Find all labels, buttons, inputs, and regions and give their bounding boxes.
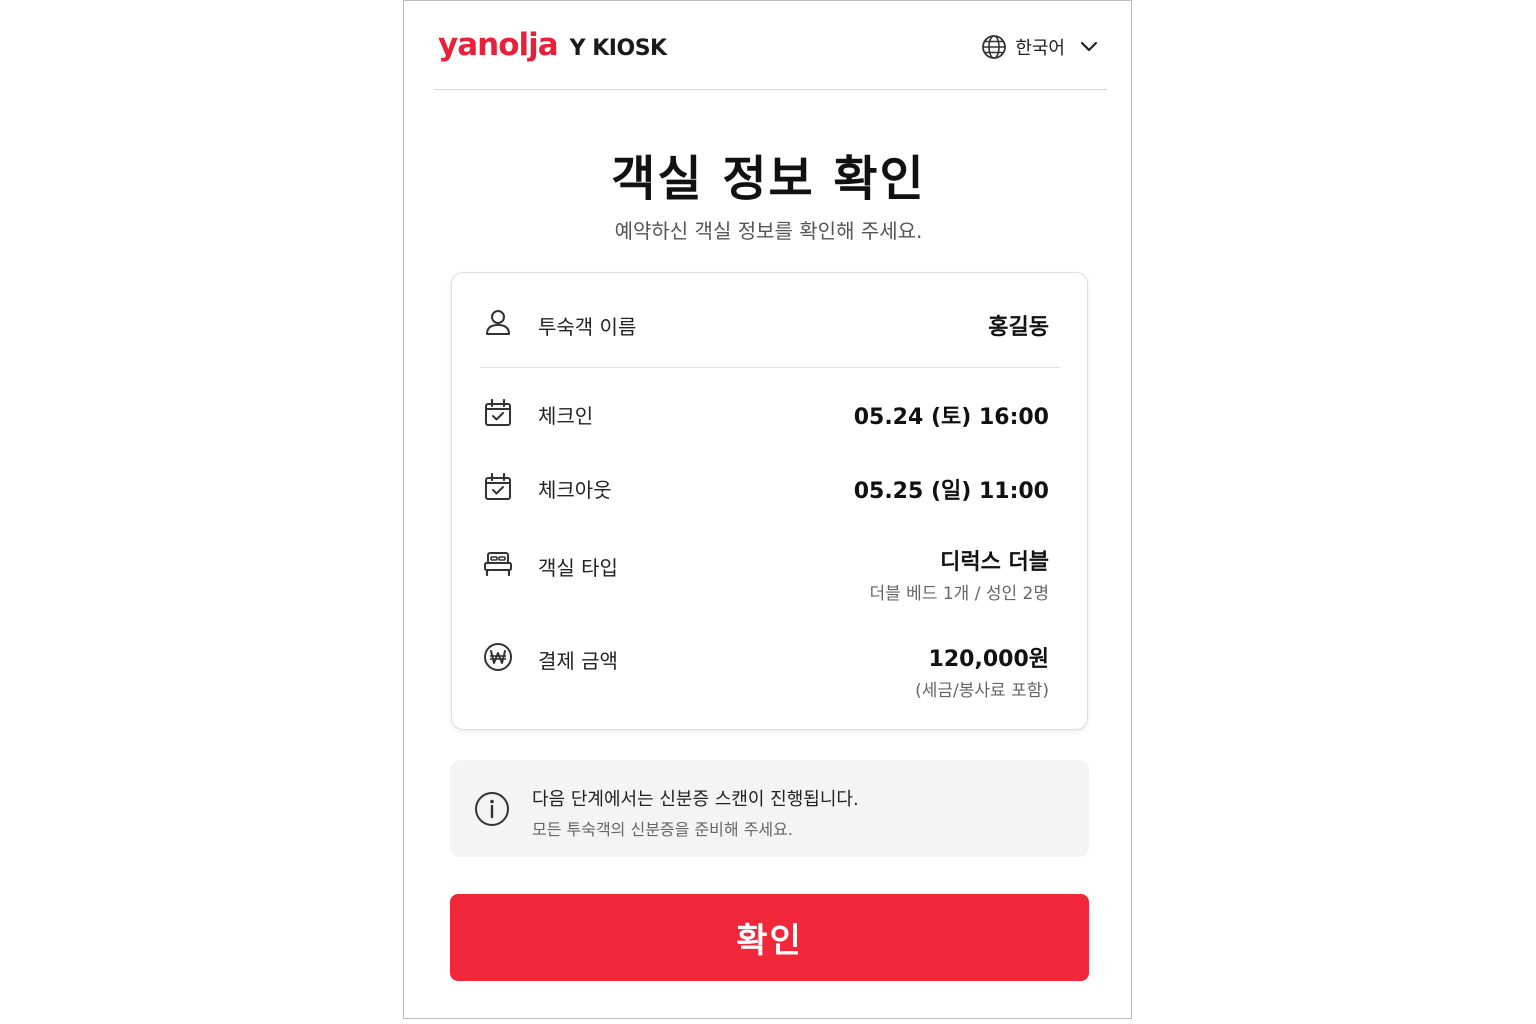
check-in-label: 체크인	[538, 404, 594, 428]
check-in-row: 체크인 05.24 (토) 16:00	[452, 368, 1089, 442]
calendar-check-icon	[485, 398, 511, 426]
won-icon	[484, 643, 512, 671]
confirm-button[interactable]: 확인	[450, 894, 1089, 981]
header: yanolja Y KIOSK 한국어	[434, 1, 1107, 90]
check-in-value: 05.24 (토) 16:00	[853, 405, 1049, 430]
kiosk-screen: yanolja Y KIOSK 한국어 객실 정보 확인 예약하신 객실 정보를…	[403, 0, 1132, 1019]
room-type-detail: 더블 베드 1개 / 성인 2명	[869, 584, 1050, 604]
brand-logo: yanolja	[438, 27, 559, 63]
notice-box: 다음 단계에서는 신분증 스캔이 진행됩니다. 모든 투숙객의 신분증을 준비해…	[450, 760, 1089, 857]
guest-name-value: 홍길동	[988, 315, 1049, 340]
language-selector[interactable]: 한국어	[981, 33, 1099, 61]
payment-label: 결제 금액	[538, 649, 618, 673]
notice-title: 다음 단계에서는 신분증 스캔이 진행됩니다.	[532, 789, 859, 810]
room-type-label: 객실 타입	[538, 556, 618, 580]
payment-row: 결제 금액 120,000원 (세금/봉사료 포함)	[452, 612, 1089, 722]
room-info-card: 투숙객 이름 홍길동 체크인 05.24 (토) 16:00 체크아웃 05.2…	[451, 272, 1088, 730]
user-icon	[486, 310, 510, 335]
calendar-check-icon	[485, 472, 511, 500]
check-out-value: 05.25 (일) 11:00	[853, 479, 1049, 504]
globe-icon	[982, 35, 1007, 59]
payment-note: (세금/봉사료 포함)	[915, 681, 1049, 701]
page-subtitle: 예약하신 객실 정보를 확인해 주세요.	[614, 219, 923, 243]
brand-product-name: Y KIOSK	[569, 36, 667, 61]
guest-name-row: 투숙객 이름 홍길동	[452, 273, 1089, 367]
check-out-label: 체크아웃	[538, 478, 612, 502]
payment-value: 120,000원	[928, 647, 1049, 672]
info-icon	[475, 792, 509, 826]
guest-name-label: 투숙객 이름	[538, 315, 637, 339]
check-out-row: 체크아웃 05.25 (일) 11:00	[452, 442, 1089, 516]
language-label: 한국어	[1015, 38, 1065, 59]
room-type-value: 디럭스 더블	[940, 550, 1049, 575]
room-type-row: 객실 타입 디럭스 더블 더블 베드 1개 / 성인 2명	[452, 516, 1089, 612]
bed-icon	[484, 552, 512, 577]
notice-text: 모든 투숙객의 신분증을 준비해 주세요.	[532, 820, 793, 839]
brand: yanolja Y KIOSK	[438, 27, 667, 63]
chevron-down-icon	[1080, 41, 1098, 52]
page-title: 객실 정보 확인	[611, 151, 926, 207]
